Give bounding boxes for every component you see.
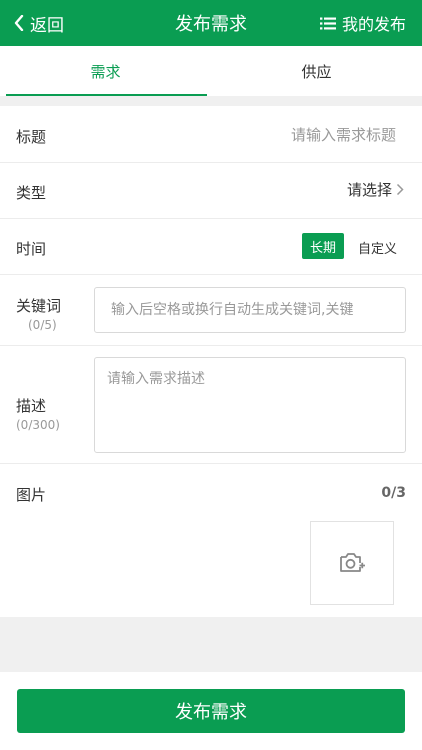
footer-bar: 发布需求 xyxy=(0,672,422,750)
images-label: 图片 xyxy=(16,486,47,504)
time-label: 时间 xyxy=(16,240,47,258)
images-count: 0/3 xyxy=(381,485,406,501)
title-input[interactable] xyxy=(176,120,396,150)
back-button[interactable]: 返回 xyxy=(14,0,64,46)
type-select-value: 请选择 xyxy=(346,181,392,199)
chevron-left-icon xyxy=(14,15,24,31)
my-publish-button[interactable]: 我的发布 xyxy=(319,0,406,46)
images-row: 图片 0/3 xyxy=(0,464,422,617)
type-select[interactable]: 请选择 xyxy=(347,179,404,200)
title-label: 标题 xyxy=(16,128,47,146)
keywords-row: 关键词 (0/5) xyxy=(0,275,422,346)
keywords-input[interactable] xyxy=(94,287,406,333)
tab-demand[interactable]: 需求 xyxy=(0,46,211,96)
time-custom-button[interactable]: 自定义 xyxy=(358,238,397,257)
description-count: (0/300) xyxy=(16,418,60,432)
list-icon xyxy=(319,17,336,29)
keywords-label: 关键词 xyxy=(16,297,62,315)
time-row: 时间 长期 自定义 xyxy=(0,219,422,275)
title-row: 标题 xyxy=(0,106,422,163)
camera-add-icon xyxy=(340,553,365,572)
tab-bar: 需求 供应 xyxy=(0,46,422,96)
my-publish-label: 我的发布 xyxy=(341,15,406,34)
publish-form: 标题 类型 请选择 时间 长期 自定义 关键词 (0/5) 描述 (0/300)… xyxy=(0,106,422,617)
keywords-count: (0/5) xyxy=(28,318,57,332)
back-label: 返回 xyxy=(30,15,64,36)
description-label: 描述 xyxy=(16,397,47,415)
tab-supply[interactable]: 供应 xyxy=(211,46,422,96)
chevron-right-icon xyxy=(396,183,404,196)
type-row[interactable]: 类型 请选择 xyxy=(0,163,422,219)
time-long-term-button[interactable]: 长期 xyxy=(302,233,344,259)
image-upload-button[interactable] xyxy=(310,521,394,605)
publish-submit-button[interactable]: 发布需求 xyxy=(17,689,405,733)
description-textarea[interactable] xyxy=(94,357,406,453)
description-row: 描述 (0/300) xyxy=(0,346,422,464)
header-bar: 返回 发布需求 我的发布 xyxy=(0,0,422,46)
type-label: 类型 xyxy=(16,184,47,202)
